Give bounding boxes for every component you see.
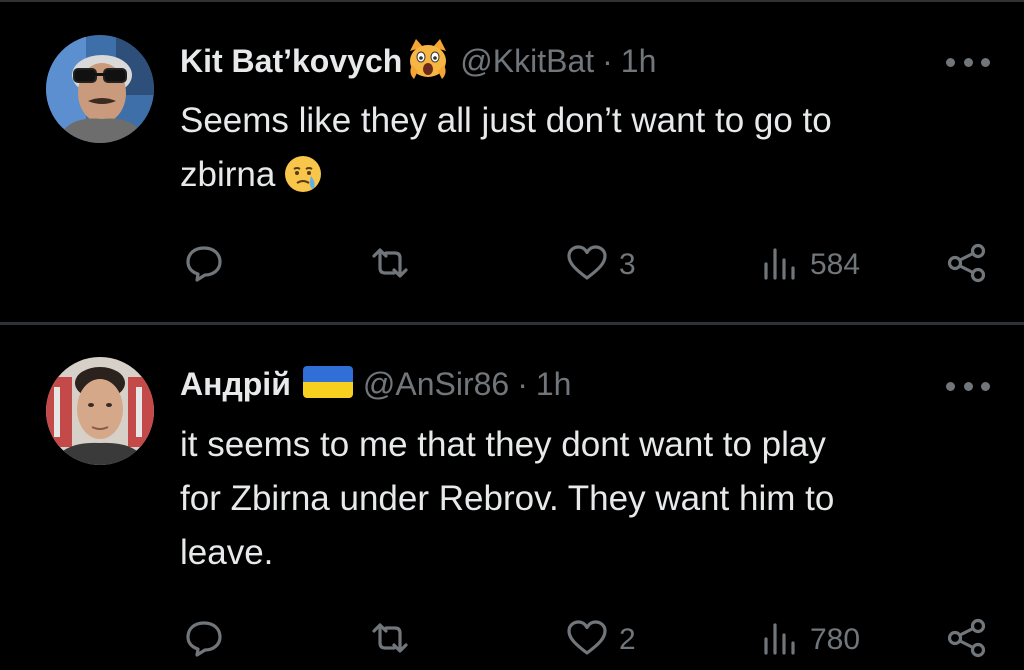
handle[interactable]: @KkitBat bbox=[460, 43, 594, 80]
retweet-button[interactable] bbox=[368, 240, 422, 290]
like-count: 3 bbox=[619, 248, 636, 281]
tweet-text-line: for Zbirna under Rebrov. They want him t… bbox=[180, 479, 835, 518]
tweet-text-line: it seems to me that they dont want to pl… bbox=[180, 425, 826, 464]
reply-icon bbox=[183, 242, 225, 289]
more-icon[interactable] bbox=[946, 379, 990, 393]
views-button[interactable]: 780 bbox=[760, 615, 860, 665]
avatar[interactable] bbox=[46, 35, 154, 143]
reply-button[interactable] bbox=[183, 615, 235, 665]
tweet[interactable]: Kit Bat’kovych @KkitBat · 1h Seems like … bbox=[0, 0, 1024, 322]
retweet-icon bbox=[368, 617, 412, 664]
views-count: 780 bbox=[810, 623, 861, 656]
separator: · bbox=[517, 365, 528, 402]
tweet-actions: 3 584 bbox=[0, 240, 1024, 290]
views-button[interactable]: 584 bbox=[760, 240, 860, 290]
like-icon bbox=[565, 617, 609, 664]
share-icon bbox=[945, 242, 989, 289]
tweet[interactable]: Андрій @AnSir86 · 1h it seems to me that… bbox=[0, 325, 1024, 670]
tweet-header: Kit Bat’kovych @KkitBat · 1h bbox=[180, 36, 656, 86]
display-name[interactable]: Андрій bbox=[180, 366, 291, 403]
display-name[interactable]: Kit Bat’kovych bbox=[180, 43, 402, 80]
reply-button[interactable] bbox=[183, 240, 235, 290]
tweet-text: it seems to me that they dont want to pl… bbox=[180, 418, 980, 580]
share-icon bbox=[945, 617, 989, 664]
avatar[interactable] bbox=[46, 357, 154, 465]
like-button[interactable]: 2 bbox=[565, 615, 636, 665]
more-icon[interactable] bbox=[946, 55, 990, 69]
views-count: 584 bbox=[810, 248, 861, 281]
tweet-text-line: Seems like they all just don’t want to g… bbox=[180, 101, 832, 140]
timestamp[interactable]: 1h bbox=[621, 43, 657, 80]
share-button[interactable] bbox=[945, 615, 989, 665]
face-holding-back-tears-emoji-icon bbox=[283, 154, 323, 210]
tweet-text-line: zbirna bbox=[180, 155, 276, 194]
screaming-cat-emoji-icon bbox=[406, 37, 450, 86]
separator: · bbox=[602, 42, 613, 79]
retweet-icon bbox=[368, 242, 412, 289]
tweet-text-line: leave. bbox=[180, 533, 274, 572]
timestamp[interactable]: 1h bbox=[536, 366, 572, 403]
reply-icon bbox=[183, 617, 225, 664]
tweet-text-line-with-emoji: zbirna bbox=[180, 148, 980, 210]
like-count: 2 bbox=[619, 623, 636, 656]
tweet-text: Seems like they all just don’t want to g… bbox=[180, 94, 980, 210]
share-button[interactable] bbox=[945, 240, 989, 290]
tweet-header: Андрій @AnSir86 · 1h bbox=[180, 359, 571, 409]
ukraine-flag-emoji-icon bbox=[302, 365, 353, 403]
retweet-button[interactable] bbox=[368, 615, 422, 665]
views-icon bbox=[760, 617, 800, 664]
handle[interactable]: @AnSir86 bbox=[363, 366, 509, 403]
views-icon bbox=[760, 242, 800, 289]
tweet-actions: 2 780 bbox=[0, 615, 1024, 665]
like-icon bbox=[565, 242, 609, 289]
like-button[interactable]: 3 bbox=[565, 240, 636, 290]
